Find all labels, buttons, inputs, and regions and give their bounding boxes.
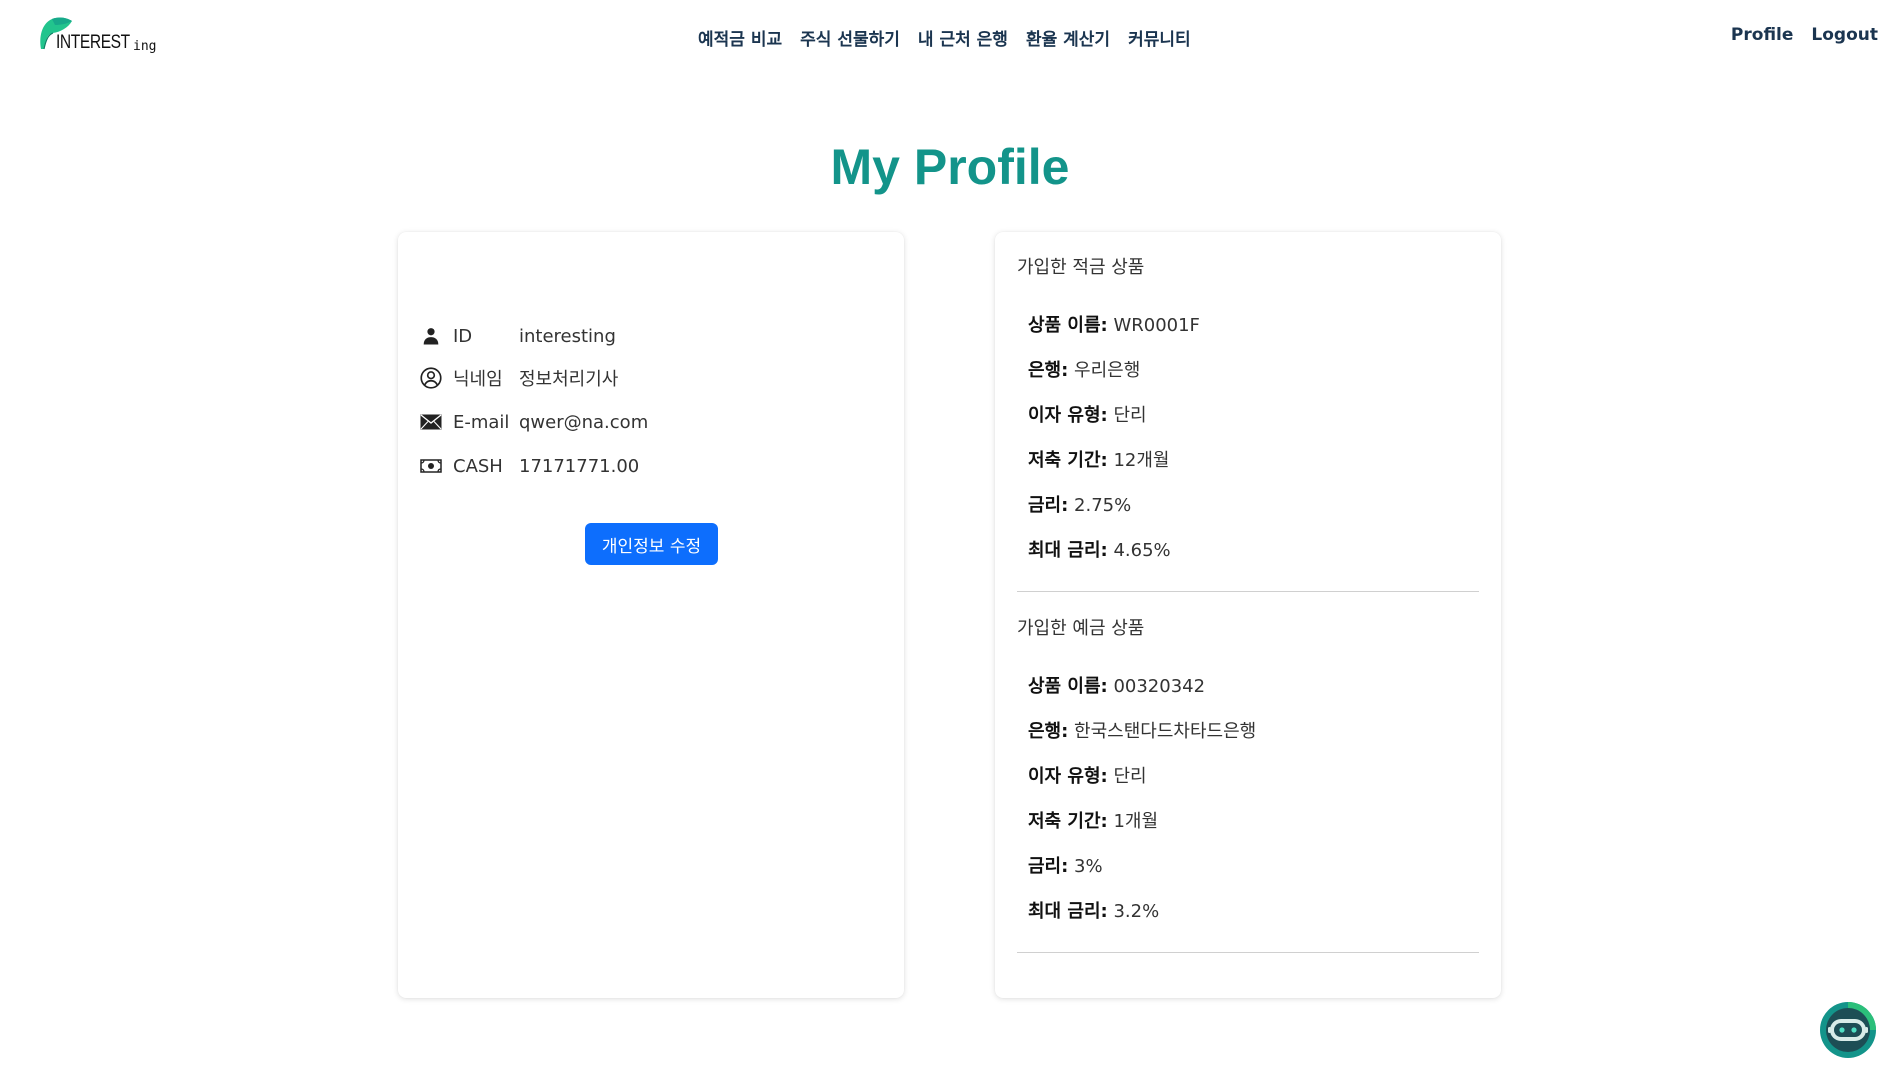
- products-card: 가입한 적금 상품 상품 이름: WR0001F 은행: 우리은행 이자 유형:…: [995, 232, 1501, 998]
- savings-interest-type-value: 단리: [1107, 405, 1147, 426]
- deposit-max-rate-value: 3.2%: [1107, 901, 1160, 922]
- deposit-product-name-value: 00320342: [1107, 676, 1206, 697]
- email-value: qwer@na.com: [519, 411, 649, 433]
- savings-term-value: 12개월: [1107, 450, 1170, 471]
- savings-product-name-key: 상품 이름:: [1028, 315, 1108, 336]
- chatbot-button[interactable]: [1818, 1000, 1878, 1060]
- deposit-rate-key: 금리:: [1028, 856, 1069, 877]
- info-row-id: ID interesting: [419, 321, 616, 351]
- nav-link-exchange-calculator[interactable]: 환율 계산기: [1026, 25, 1110, 50]
- nav-link-profile[interactable]: Profile: [1731, 25, 1793, 45]
- cash-label: CASH: [453, 455, 503, 477]
- deposit-bank: 은행: 한국스탠다드차타드은행: [1028, 717, 1256, 743]
- cash-icon: [419, 454, 443, 478]
- savings-bank-key: 은행:: [1028, 360, 1069, 381]
- deposit-bank-value: 한국스탠다드차타드은행: [1068, 721, 1257, 742]
- savings-interest-type: 이자 유형: 단리: [1028, 401, 1147, 427]
- deposit-interest-type-value: 단리: [1107, 766, 1147, 787]
- savings-bank-value: 우리은행: [1068, 360, 1141, 381]
- nickname-label: 닉네임: [453, 369, 503, 390]
- savings-term: 저축 기간: 12개월: [1028, 446, 1169, 472]
- savings-term-key: 저축 기간:: [1028, 450, 1108, 471]
- savings-bank: 은행: 우리은행: [1028, 356, 1140, 382]
- deposit-term-key: 저축 기간:: [1028, 811, 1108, 832]
- main-nav: 예적금 비교 주식 선물하기 내 근처 은행 환율 계산기 커뮤니티: [698, 25, 1191, 50]
- deposit-heading: 가입한 예금 상품: [1017, 618, 1145, 639]
- person-circle-icon: [419, 366, 443, 390]
- savings-divider: [1017, 591, 1479, 592]
- savings-heading: 가입한 적금 상품: [1017, 257, 1145, 278]
- page-title: My Profile: [830, 139, 1070, 195]
- id-value: interesting: [519, 325, 616, 347]
- deposit-max-rate: 최대 금리: 3.2%: [1028, 897, 1159, 923]
- deposit-rate-value: 3%: [1068, 856, 1103, 877]
- user-nav: Profile Logout: [1731, 25, 1878, 45]
- nav-link-community[interactable]: 커뮤니티: [1128, 25, 1191, 50]
- nav-link-logout[interactable]: Logout: [1811, 25, 1878, 45]
- deposit-bank-key: 은행:: [1028, 721, 1069, 742]
- savings-max-rate-key: 최대 금리:: [1028, 540, 1108, 561]
- savings-max-rate-value: 4.65%: [1107, 540, 1171, 561]
- envelope-icon: [419, 410, 443, 434]
- info-row-cash: CASH 17171771.00: [419, 451, 639, 481]
- id-label: ID: [453, 325, 473, 347]
- deposit-max-rate-key: 최대 금리:: [1028, 901, 1108, 922]
- deposit-product-name-key: 상품 이름:: [1028, 676, 1108, 697]
- deposit-term-value: 1개월: [1107, 811, 1159, 832]
- brand-logo[interactable]: INTEREST ing: [38, 16, 158, 60]
- info-row-nickname: 닉네임 정보처리기사: [419, 363, 618, 393]
- nav-link-nearby-bank[interactable]: 내 근처 은행: [918, 25, 1008, 50]
- savings-max-rate: 최대 금리: 4.65%: [1028, 536, 1171, 562]
- deposit-product-name: 상품 이름: 00320342: [1028, 672, 1205, 698]
- nickname-value: 정보처리기사: [519, 369, 619, 390]
- edit-profile-button[interactable]: 개인정보 수정: [585, 523, 718, 565]
- logo-suffix-text: ing: [133, 39, 157, 54]
- savings-rate-key: 금리:: [1028, 495, 1069, 516]
- email-label: E-mail: [453, 411, 510, 433]
- info-row-email: E-mail qwer@na.com: [419, 407, 648, 437]
- deposit-divider: [1017, 952, 1479, 953]
- logo-main-text: INTEREST: [56, 32, 130, 53]
- savings-rate: 금리: 2.75%: [1028, 491, 1131, 517]
- nav-link-stock-gift[interactable]: 주식 선물하기: [800, 25, 900, 50]
- person-icon: [419, 324, 443, 348]
- nav-link-savings-compare[interactable]: 예적금 비교: [698, 25, 782, 50]
- deposit-rate: 금리: 3%: [1028, 852, 1103, 878]
- profile-card: ID interesting 닉네임 정보처리기사 E-mail qwer@na…: [398, 232, 904, 998]
- cash-value: 17171771.00: [519, 455, 640, 477]
- deposit-term: 저축 기간: 1개월: [1028, 807, 1158, 833]
- deposit-interest-type-key: 이자 유형:: [1028, 766, 1108, 787]
- robot-icon: [1820, 1002, 1876, 1058]
- deposit-interest-type: 이자 유형: 단리: [1028, 762, 1147, 788]
- savings-rate-value: 2.75%: [1068, 495, 1132, 516]
- savings-interest-type-key: 이자 유형:: [1028, 405, 1108, 426]
- savings-product-name-value: WR0001F: [1107, 315, 1200, 336]
- navbar: INTEREST ing 예적금 비교 주식 선물하기 내 근처 은행 환율 계…: [0, 0, 1900, 78]
- savings-product-name: 상품 이름: WR0001F: [1028, 311, 1200, 337]
